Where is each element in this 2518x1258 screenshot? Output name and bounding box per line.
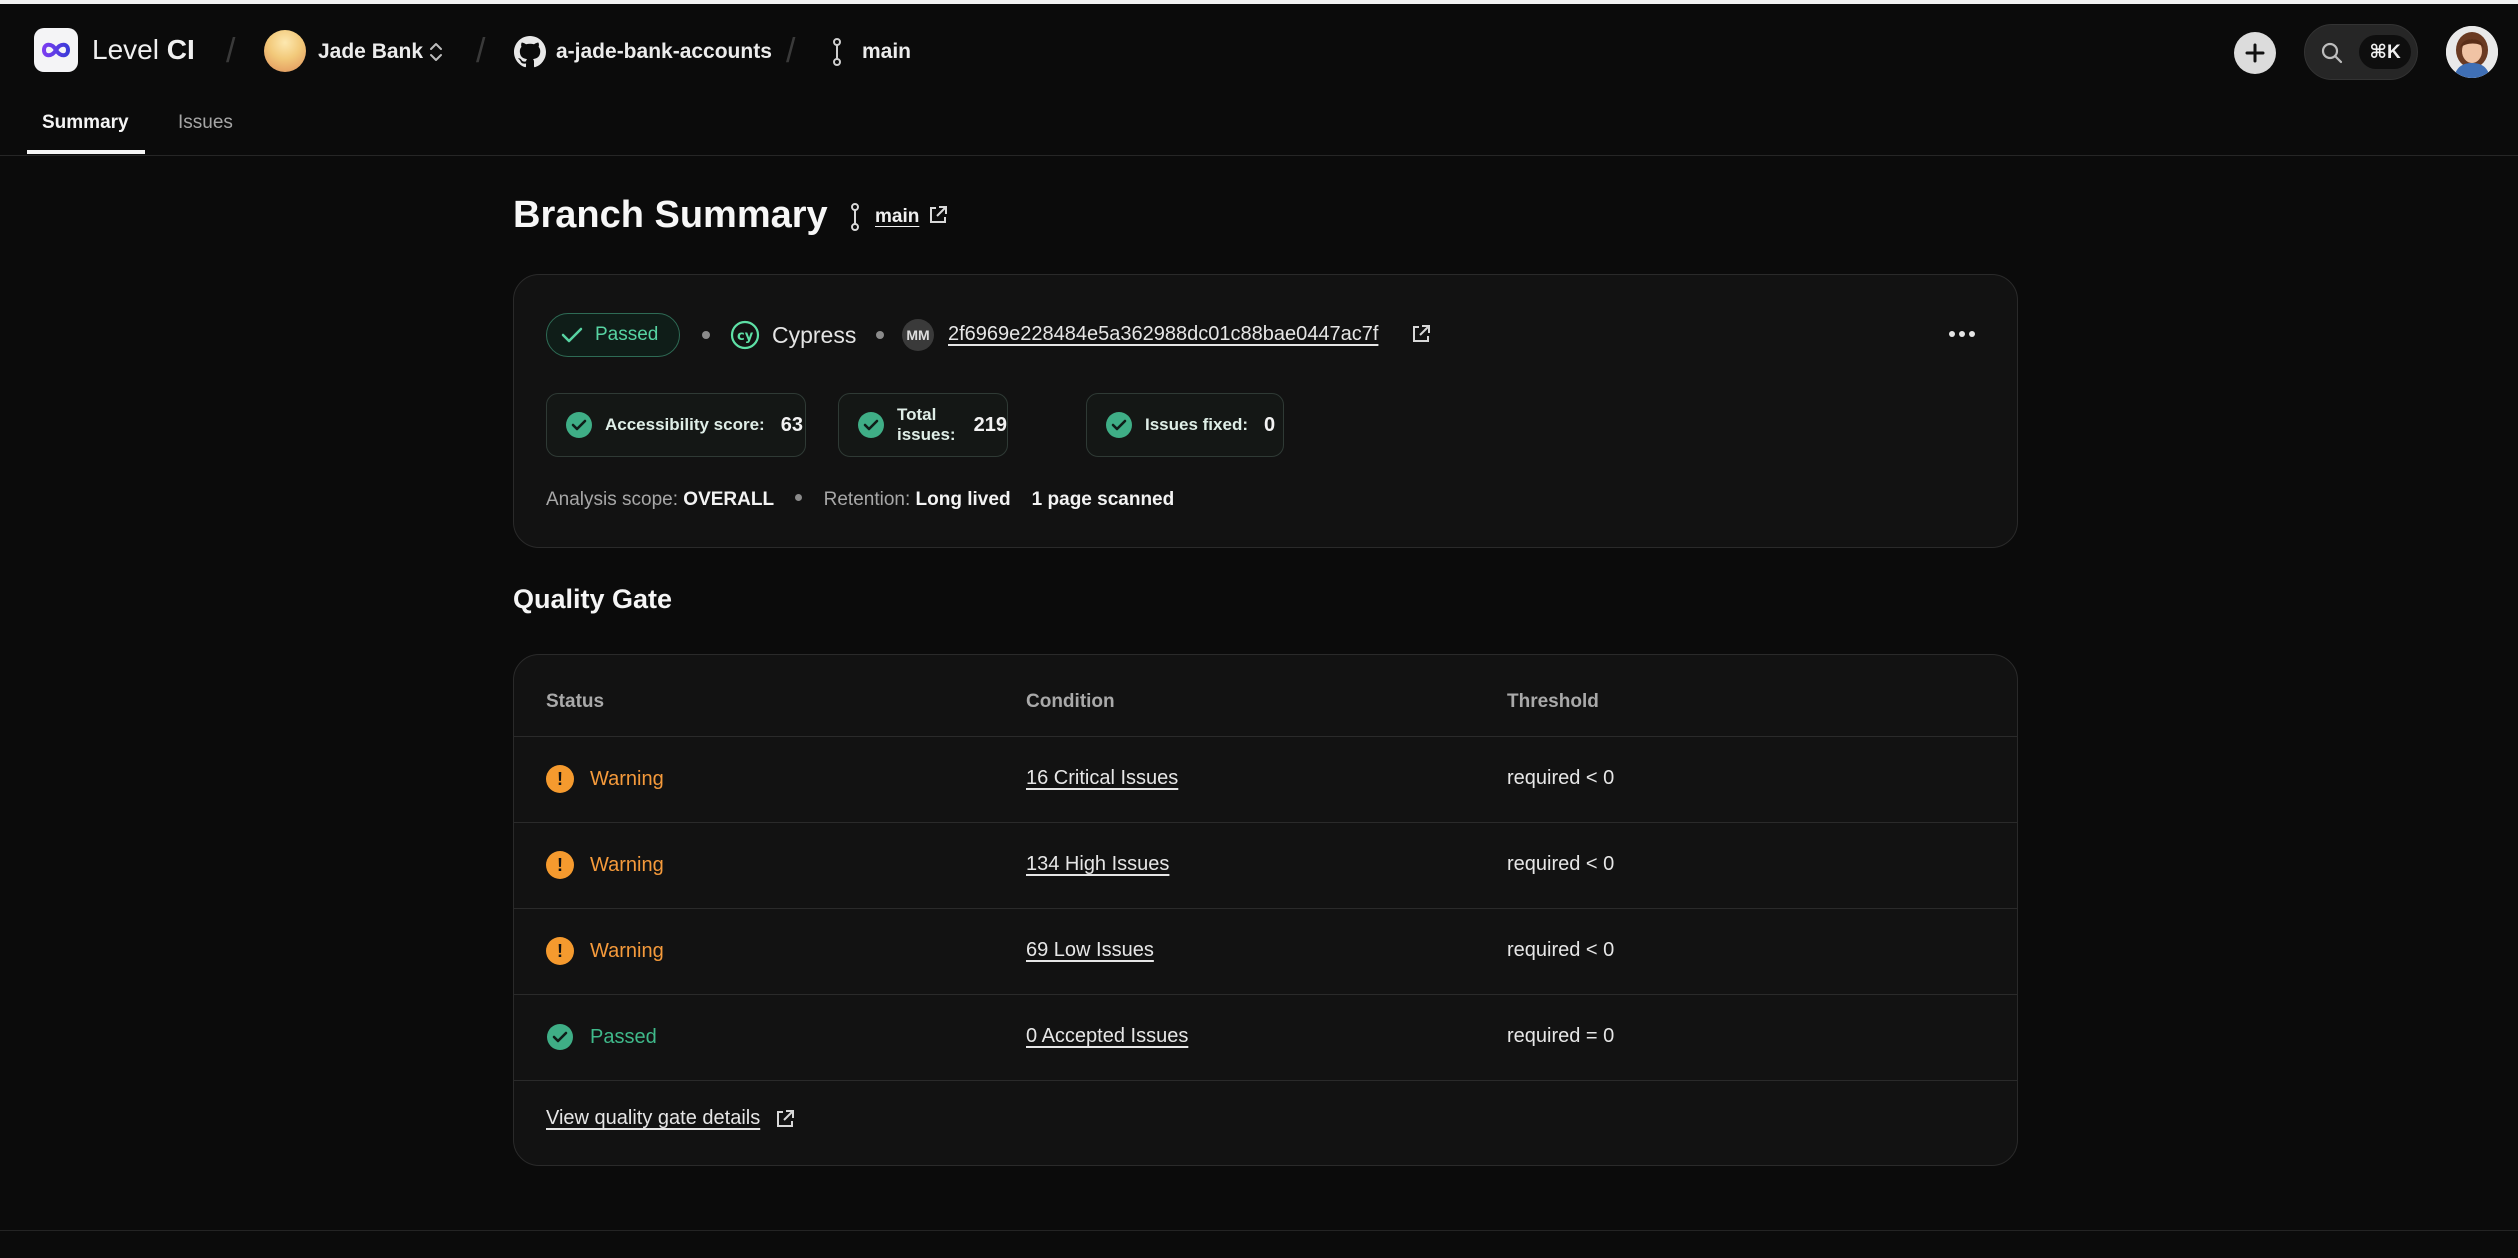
accessibility-score-metric: Accessibility score: 63: [546, 393, 806, 457]
view-quality-gate-details-link[interactable]: View quality gate details: [546, 1107, 760, 1130]
breadcrumb-separator: /: [226, 32, 236, 70]
page-title: Branch Summary: [513, 194, 828, 236]
metric-value: 63: [780, 413, 803, 436]
org-avatar[interactable]: [264, 30, 306, 72]
branch-summary-card: Passed cy Cypress MM 2f6969e228484e5a362…: [513, 274, 2018, 548]
author-avatar: MM: [902, 319, 934, 351]
table-row: ! Warning 134 High Issues required < 0: [514, 823, 2017, 909]
create-new-button[interactable]: [2234, 32, 2276, 74]
metric-value: 219: [973, 413, 1007, 436]
table-row: Passed 0 Accepted Issues required = 0: [514, 995, 2017, 1081]
separator-dot: [702, 331, 710, 339]
search-icon: [2321, 42, 2343, 64]
commit-sha-link[interactable]: 2f6969e228484e5a362988dc01c88bae0447ac7f: [948, 323, 1378, 346]
status-cell: ! Warning: [546, 937, 664, 965]
warning-icon: !: [546, 937, 574, 965]
breadcrumb-separator: /: [786, 32, 796, 70]
quality-gate-table: Status Condition Threshold ! Warning 16 …: [513, 654, 2018, 1166]
condition-link[interactable]: 16 Critical Issues: [1026, 767, 1178, 790]
table-row: ! Warning 69 Low Issues required < 0: [514, 909, 2017, 995]
condition-link[interactable]: 134 High Issues: [1026, 853, 1169, 876]
status-badge: Passed: [546, 313, 680, 357]
check-circle-icon: [1106, 412, 1132, 438]
quality-gate-footer: View quality gate details: [546, 1107, 796, 1130]
top-bar: Level CI / Jade Bank / a-jade-bank-accou…: [0, 8, 2518, 92]
status-label: Warning: [590, 767, 664, 790]
branch-link[interactable]: main: [875, 206, 919, 228]
svg-text:cy: cy: [737, 329, 754, 344]
warning-icon: !: [546, 851, 574, 879]
quality-gate-title: Quality Gate: [513, 584, 673, 614]
active-tab-indicator: [27, 150, 145, 154]
search-shortcut-badge: ⌘K: [2359, 35, 2411, 69]
threshold-value: required < 0: [1507, 767, 1615, 789]
warning-icon: !: [546, 765, 574, 793]
footer-divider: [0, 1230, 2518, 1231]
threshold-value: required < 0: [1507, 939, 1615, 961]
threshold-value: required = 0: [1507, 1025, 1615, 1047]
org-switcher-label[interactable]: Jade Bank: [318, 40, 423, 64]
status-cell: ! Warning: [546, 851, 664, 879]
repo-breadcrumb[interactable]: a-jade-bank-accounts: [556, 40, 772, 64]
check-circle-icon: [858, 412, 884, 438]
retention-value: Long lived: [915, 489, 1011, 510]
check-circle-icon: [566, 412, 592, 438]
metric-label: Accessibility score:: [605, 415, 765, 434]
status-label: Warning: [590, 939, 664, 962]
analysis-meta: Analysis scope: OVERALL Retention: Long …: [546, 489, 1174, 511]
column-header-threshold: Threshold: [1507, 691, 1599, 712]
external-link-icon[interactable]: [1410, 323, 1432, 345]
condition-link[interactable]: 69 Low Issues: [1026, 939, 1154, 962]
scope-value: OVERALL: [683, 489, 775, 510]
git-branch-icon: [851, 203, 859, 231]
tab-bar: Summary Issues: [0, 92, 2518, 156]
more-options-icon[interactable]: [1942, 319, 1982, 349]
branch-breadcrumb[interactable]: main: [862, 40, 911, 64]
metric-label: Issues fixed:: [1145, 415, 1248, 434]
status-badge-label: Passed: [595, 324, 659, 345]
table-row: ! Warning 16 Critical Issues required < …: [514, 737, 2017, 823]
table-header: Status Condition Threshold: [514, 655, 2017, 737]
plus-icon: [2245, 43, 2265, 63]
column-header-status: Status: [546, 691, 605, 712]
level-ci-logo-icon[interactable]: [34, 28, 78, 72]
brand-name[interactable]: Level CI: [92, 34, 195, 66]
status-label: Warning: [590, 853, 664, 876]
total-issues-metric: Total issues: 219: [838, 393, 1008, 457]
pages-scanned: 1 page scanned: [1031, 489, 1175, 510]
status-label: Passed: [590, 1025, 657, 1048]
separator-dot: [795, 494, 803, 502]
metric-value: 0: [1264, 413, 1276, 436]
check-icon: [561, 327, 583, 343]
column-header-condition: Condition: [1026, 691, 1115, 712]
search-button[interactable]: ⌘K: [2304, 24, 2418, 80]
user-avatar[interactable]: [2446, 26, 2498, 78]
external-link-icon[interactable]: [927, 204, 949, 226]
scope-label: Analysis scope:: [546, 489, 679, 510]
status-cell: Passed: [546, 1023, 657, 1051]
retention-label: Retention:: [823, 489, 911, 510]
github-icon: [514, 36, 546, 68]
ci-provider-label: Cypress: [772, 322, 857, 348]
issues-fixed-metric: Issues fixed: 0: [1086, 393, 1284, 457]
status-cell: ! Warning: [546, 765, 664, 793]
chevron-up-down-icon[interactable]: [426, 40, 446, 64]
condition-link[interactable]: 0 Accepted Issues: [1026, 1025, 1188, 1048]
metric-label: Total issues:: [897, 405, 956, 444]
separator-dot: [876, 331, 884, 339]
cypress-icon: cy: [730, 320, 760, 350]
user-avatar-image: [2446, 26, 2498, 78]
external-link-icon[interactable]: [774, 1108, 796, 1130]
check-circle-icon: [547, 1024, 573, 1050]
threshold-value: required < 0: [1507, 853, 1615, 875]
git-branch-icon: [833, 38, 841, 66]
breadcrumb-separator: /: [476, 32, 486, 70]
tab-issues[interactable]: Issues: [178, 112, 233, 134]
tab-summary[interactable]: Summary: [42, 112, 129, 134]
